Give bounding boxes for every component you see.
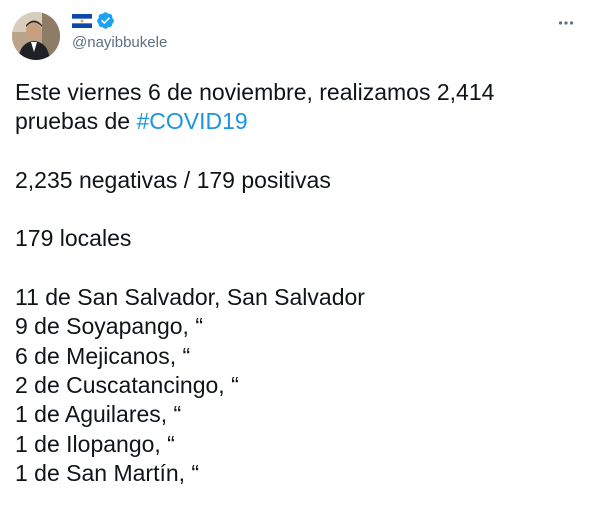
place-line: 9 de Soyapango, “ xyxy=(15,313,203,340)
el-salvador-flag-icon xyxy=(72,13,92,33)
tweet-line: Este viernes 6 de noviembre, realizamos … xyxy=(15,79,495,105)
tweet-locales: 179 locales xyxy=(15,225,132,252)
avatar[interactable] xyxy=(12,12,60,60)
place-line: 6 de Mejicanos, “ xyxy=(15,342,191,369)
tweet: 🇸🇻 @nayibbukele Este viernes 6 de noviem… xyxy=(0,0,592,516)
display-name-row[interactable]: 🇸🇻 xyxy=(72,11,115,35)
tweet-text-fragment: pruebas de xyxy=(15,108,137,135)
more-options-icon xyxy=(558,13,574,31)
place-line: 1 de Aguilares, “ xyxy=(15,401,182,428)
place-line: 1 de Ilopango, “ xyxy=(15,430,175,457)
place-line: 2 de Cuscatancingo, “ xyxy=(15,371,239,398)
more-options-button[interactable] xyxy=(552,12,580,32)
verified-badge-icon xyxy=(96,11,115,35)
tweet-text: Este viernes 6 de noviembre, realizamos … xyxy=(15,78,575,488)
tweet-line: pruebas de #COVID19 xyxy=(15,107,575,136)
place-line: 11 de San Salvador, San Salvador xyxy=(15,284,365,311)
hashtag-link[interactable]: #COVID19 xyxy=(136,108,247,134)
tweet-results: 2,235 negativas / 179 positivas xyxy=(15,166,331,193)
user-handle[interactable]: @nayibbukele xyxy=(72,34,167,52)
place-line: 1 de San Martín, “ xyxy=(15,459,200,486)
